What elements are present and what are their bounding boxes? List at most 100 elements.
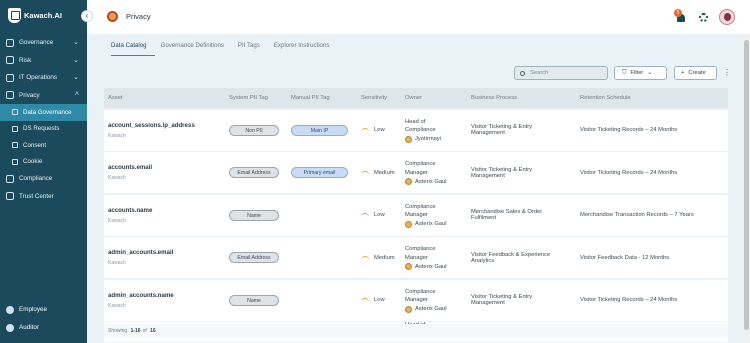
logo[interactable]: Kawach.AI <box>8 8 62 23</box>
column-header[interactable]: Manual PII Tag <box>291 95 361 101</box>
sidebar-item-consent[interactable]: Consent <box>0 137 87 154</box>
column-header[interactable]: Sensitivity <box>361 95 405 101</box>
table-row[interactable]: accounts.email Kawach Email Address Prima… <box>104 152 728 193</box>
column-header[interactable]: System PII Tag <box>229 95 291 101</box>
table-row[interactable]: account_sessions.ip_address Kawach Non PI… <box>104 109 728 151</box>
column-header[interactable]: Business Process <box>471 95 580 101</box>
asset-name[interactable]: admin_accounts.name <box>108 292 229 299</box>
asset-source: Kawach <box>108 175 126 181</box>
column-header[interactable]: Retention Schedule <box>580 95 728 101</box>
logo-text: Kawach.AI <box>24 11 62 20</box>
auditor-icon <box>6 323 14 332</box>
collapse-sidebar-button[interactable]: ‹ <box>81 10 93 22</box>
user-avatar-icon <box>405 305 412 313</box>
table-row[interactable]: accounts.name Kawach Name Low Compliance M… <box>104 194 728 236</box>
sidebar-item-label: IT Operations <box>19 74 58 82</box>
scrollbar[interactable] <box>743 34 750 343</box>
governance-icon <box>6 38 14 47</box>
create-label: Create <box>688 70 706 76</box>
sidebar-item-cookie[interactable]: Cookie <box>0 154 87 171</box>
main-content: Data Catalog Governance Definitions PII … <box>87 34 743 343</box>
sidebar-item-data-governance[interactable]: Data Governance <box>0 104 87 121</box>
tab-data-catalog[interactable]: Data Catalog <box>111 42 155 56</box>
sidebar-item-label: Cookie <box>23 158 43 166</box>
retention-schedule: Visitor Ticketing Records – 24 Months <box>580 127 678 133</box>
sensitivity-level: Medium <box>374 254 395 261</box>
sidebar-item-trust-center[interactable]: Trust Center <box>0 188 87 206</box>
notification-badge: 5 <box>674 9 682 17</box>
sidebar-item-label: DS Requests <box>23 125 60 133</box>
search-placeholder: Search <box>530 70 549 76</box>
table-row[interactable]: admin_accounts.name Kawach Name Low Compl… <box>104 279 728 321</box>
sidebar-item-risk[interactable]: Risk ⌄ <box>0 52 87 70</box>
asset-name[interactable]: accounts.email <box>108 164 229 171</box>
ds-requests-icon <box>12 125 18 132</box>
footer-prefix: Showing <box>108 328 128 334</box>
data-catalog-table: Asset System PII Tag Manual PII Tag Sens… <box>104 88 728 342</box>
manual-pii-tag[interactable]: Primary email <box>291 167 348 178</box>
sidebar-item-it-operations[interactable]: IT Operations ⌄ <box>0 69 87 87</box>
compliance-icon <box>6 174 14 183</box>
system-pii-tag: Name <box>229 209 279 221</box>
risk-icon <box>6 56 14 65</box>
owner-role: Compliance Manager <box>405 246 436 261</box>
sensitivity-level: Low <box>374 297 385 303</box>
sidebar-item-governance[interactable]: Governance ⌄ <box>0 34 87 52</box>
table-header: Asset System PII Tag Manual PII Tag Sens… <box>104 88 728 108</box>
privacy-icon <box>6 91 14 100</box>
sidebar-item-compliance[interactable]: Compliance <box>0 170 87 188</box>
data-governance-icon <box>12 109 18 116</box>
notifications-button[interactable]: 5 <box>674 9 686 22</box>
business-process: Visitor Feedback & Experience Analytics <box>471 251 551 264</box>
manual-pii-tag[interactable]: Main IP <box>291 124 348 136</box>
table-row[interactable]: admin_accounts.email Kawach Email Address… <box>104 237 728 278</box>
gear-icon[interactable] <box>699 13 708 22</box>
plus-icon: + <box>681 70 685 76</box>
asset-name[interactable]: accounts.name <box>108 207 229 214</box>
owner-name: Jyotirmayi <box>415 136 442 142</box>
sensitivity-icon <box>361 255 369 260</box>
more-options-icon[interactable]: ⋮ <box>723 68 731 77</box>
user-avatar-icon <box>405 178 412 185</box>
sidebar-item-label: Governance <box>19 39 54 47</box>
sidebar-item-auditor[interactable]: Auditor <box>0 320 87 335</box>
business-process: Visitor Ticketing & Entry Management <box>471 166 533 179</box>
column-header[interactable]: Owner <box>405 95 471 101</box>
tab-bar: Data Catalog Governance Definitions PII … <box>87 34 743 56</box>
pagination-summary: Showing 1-16 of 16 <box>104 324 728 338</box>
sidebar-item-ds-requests[interactable]: DS Requests <box>0 121 87 138</box>
cookie-icon <box>12 158 18 165</box>
kawach-logo-icon <box>8 8 21 23</box>
system-pii-tag: Non PII <box>229 124 279 136</box>
sidebar-item-label: Compliance <box>19 175 53 183</box>
system-pii-tag: Name <box>229 294 279 306</box>
sensitivity-icon <box>361 170 369 175</box>
tab-explorer-instructions[interactable]: Explorer Instructions <box>274 42 338 56</box>
owner-name: Asterix Gaul <box>415 306 447 312</box>
search-input[interactable]: Search <box>514 66 608 80</box>
sensitivity-level: Low <box>374 212 385 218</box>
asset-name[interactable]: admin_accounts.email <box>108 249 229 256</box>
system-pii-tag: Email Address <box>229 167 279 178</box>
chevron-left-icon: ‹ <box>85 11 89 20</box>
create-button[interactable]: + Create <box>674 66 717 80</box>
chevron-down-icon: ⌄ <box>73 39 79 46</box>
chevron-down-icon: ⌄ <box>73 74 79 81</box>
filter-button[interactable]: ⛉ Filter ⌄ <box>614 66 667 80</box>
sidebar-item-privacy[interactable]: Privacy ˄ <box>0 87 87 105</box>
scrollbar-thumb[interactable] <box>744 40 749 330</box>
column-header[interactable]: Asset <box>104 95 229 101</box>
asset-name[interactable]: account_sessions.ip_address <box>108 122 229 129</box>
consent-icon <box>12 142 18 149</box>
footer-range: 1-16 <box>130 328 141 334</box>
sensitivity-level: Low <box>374 127 385 133</box>
avatar[interactable] <box>719 9 735 25</box>
asset-source: Kawach <box>108 217 126 224</box>
asset-source: Kawach <box>108 132 126 139</box>
tab-governance-definitions[interactable]: Governance Definitions <box>161 42 232 56</box>
sidebar-item-employee[interactable]: Employee <box>0 302 87 317</box>
tab-pii-tags[interactable]: PII Tags <box>238 42 268 56</box>
sidebar: Kawach.AI Governance ⌄ Risk ⌄ IT Operation… <box>0 0 87 343</box>
footer-total: 16 <box>150 328 156 334</box>
sensitivity-icon <box>361 298 369 302</box>
